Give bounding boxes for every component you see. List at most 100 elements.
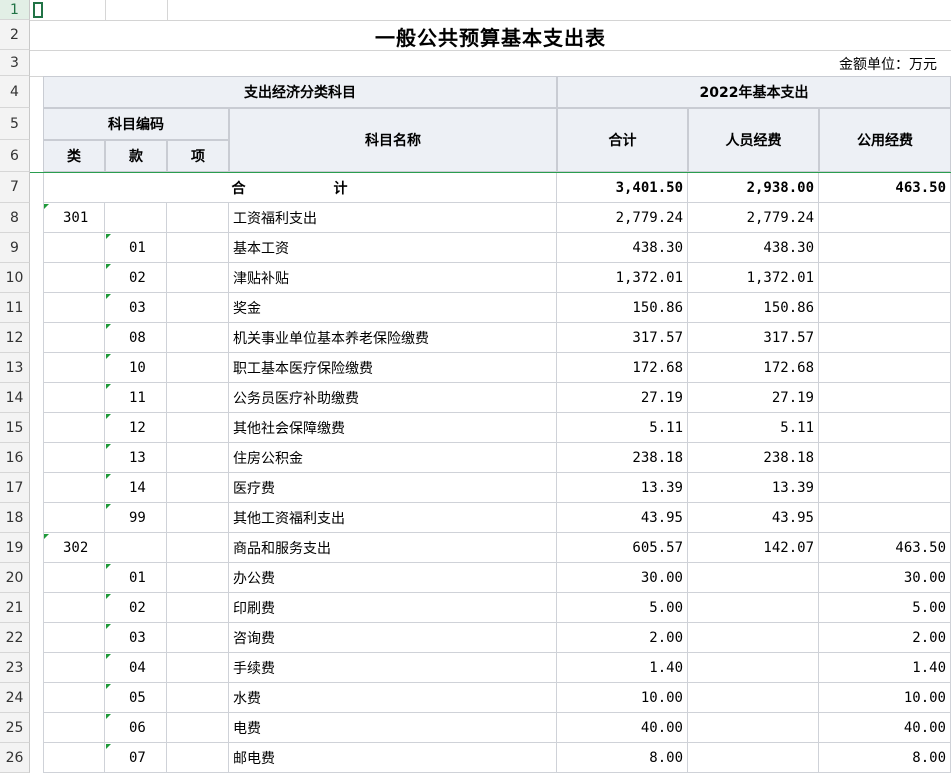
cell-public[interactable] <box>819 233 951 263</box>
cell-subject-name[interactable]: 水费 <box>229 683 557 713</box>
cell-subject-name[interactable]: 医疗费 <box>229 473 557 503</box>
row-header[interactable]: 25 <box>0 713 30 743</box>
row-header[interactable]: 2 <box>0 20 30 50</box>
cell-xiang[interactable] <box>167 203 229 233</box>
cell-total[interactable]: 172.68 <box>557 353 688 383</box>
cell-kuan[interactable]: 01 <box>105 233 167 263</box>
cell-total[interactable]: 438.30 <box>557 233 688 263</box>
cell-kuan[interactable]: 07 <box>105 743 167 773</box>
cell-xiang[interactable] <box>167 653 229 683</box>
cell-lei[interactable] <box>43 353 105 383</box>
cell-lei[interactable] <box>43 503 105 533</box>
cell-subject-name[interactable]: 咨询费 <box>229 623 557 653</box>
cell-lei[interactable]: 301 <box>43 203 105 233</box>
cell-xiang[interactable] <box>167 383 229 413</box>
row-header[interactable]: 19 <box>0 533 30 563</box>
cell-total[interactable]: 150.86 <box>557 293 688 323</box>
cell-personnel[interactable]: 438.30 <box>688 233 819 263</box>
row-header[interactable]: 5 <box>0 108 30 140</box>
cell-total[interactable]: 2.00 <box>557 623 688 653</box>
row-header[interactable]: 21 <box>0 593 30 623</box>
cell-xiang[interactable] <box>167 623 229 653</box>
cell-public[interactable] <box>819 473 951 503</box>
row-header[interactable]: 4 <box>0 76 30 108</box>
row-header[interactable]: 15 <box>0 413 30 443</box>
cell-lei[interactable] <box>43 653 105 683</box>
cell-personnel[interactable] <box>688 743 819 773</box>
total-row-label[interactable]: 合 计 <box>43 173 557 203</box>
cell-kuan[interactable]: 03 <box>105 623 167 653</box>
cell-total[interactable]: 30.00 <box>557 563 688 593</box>
row-header[interactable]: 12 <box>0 323 30 353</box>
row-header[interactable]: 7 <box>0 172 30 203</box>
cell-personnel[interactable] <box>688 623 819 653</box>
cell-lei[interactable] <box>43 473 105 503</box>
cell-lei[interactable] <box>43 293 105 323</box>
cell-xiang[interactable] <box>167 593 229 623</box>
cell-total[interactable]: 5.00 <box>557 593 688 623</box>
cell-public[interactable]: 30.00 <box>819 563 951 593</box>
row-header[interactable]: 1 <box>0 0 30 20</box>
cell-personnel[interactable]: 317.57 <box>688 323 819 353</box>
row-header[interactable]: 10 <box>0 263 30 293</box>
cell-xiang[interactable] <box>167 413 229 443</box>
cell-personnel[interactable]: 43.95 <box>688 503 819 533</box>
selected-cell[interactable] <box>33 2 43 18</box>
row-header[interactable]: 16 <box>0 443 30 473</box>
cell-xiang[interactable] <box>167 263 229 293</box>
cell-xiang[interactable] <box>167 323 229 353</box>
cell-kuan[interactable]: 12 <box>105 413 167 443</box>
cell-xiang[interactable] <box>167 683 229 713</box>
row-header[interactable]: 14 <box>0 383 30 413</box>
row-header[interactable]: 22 <box>0 623 30 653</box>
cell-kuan[interactable]: 02 <box>105 263 167 293</box>
cell-kuan[interactable]: 06 <box>105 713 167 743</box>
cell-lei[interactable] <box>43 683 105 713</box>
cell-public[interactable] <box>819 263 951 293</box>
cell-kuan[interactable]: 02 <box>105 593 167 623</box>
cell-total[interactable]: 8.00 <box>557 743 688 773</box>
cell-kuan[interactable]: 08 <box>105 323 167 353</box>
cell-xiang[interactable] <box>167 743 229 773</box>
cell-kuan[interactable] <box>105 203 167 233</box>
cell-public[interactable]: 5.00 <box>819 593 951 623</box>
cell-total[interactable]: 2,779.24 <box>557 203 688 233</box>
cell-personnel[interactable]: 150.86 <box>688 293 819 323</box>
cell-kuan[interactable]: 03 <box>105 293 167 323</box>
cell-kuan[interactable]: 14 <box>105 473 167 503</box>
cell-xiang[interactable] <box>167 503 229 533</box>
row-header[interactable]: 11 <box>0 293 30 323</box>
cell-xiang[interactable] <box>167 353 229 383</box>
row-header[interactable]: 17 <box>0 473 30 503</box>
cell-total[interactable]: 40.00 <box>557 713 688 743</box>
cell-public[interactable] <box>819 323 951 353</box>
cell-lei[interactable] <box>43 323 105 353</box>
cell-personnel[interactable] <box>688 593 819 623</box>
row-header[interactable]: 24 <box>0 683 30 713</box>
row-header[interactable]: 20 <box>0 563 30 593</box>
cell-lei[interactable] <box>43 263 105 293</box>
cell-public[interactable]: 8.00 <box>819 743 951 773</box>
cell-subject-name[interactable]: 手续费 <box>229 653 557 683</box>
cell-subject-name[interactable]: 基本工资 <box>229 233 557 263</box>
cell-subject-name[interactable]: 其他工资福利支出 <box>229 503 557 533</box>
cell-public[interactable]: 1.40 <box>819 653 951 683</box>
cell-public[interactable] <box>819 503 951 533</box>
cell-subject-name[interactable]: 奖金 <box>229 293 557 323</box>
cell-subject-name[interactable]: 办公费 <box>229 563 557 593</box>
cell-subject-name[interactable]: 工资福利支出 <box>229 203 557 233</box>
cell-public[interactable]: 2.00 <box>819 623 951 653</box>
cell-public[interactable]: 40.00 <box>819 713 951 743</box>
row-header[interactable]: 9 <box>0 233 30 263</box>
cell-lei[interactable] <box>43 623 105 653</box>
cell-personnel[interactable]: 142.07 <box>688 533 819 563</box>
cell-lei[interactable] <box>43 413 105 443</box>
cell-subject-name[interactable]: 电费 <box>229 713 557 743</box>
cell-subject-name[interactable]: 住房公积金 <box>229 443 557 473</box>
row-header[interactable]: 18 <box>0 503 30 533</box>
row-header[interactable]: 8 <box>0 203 30 233</box>
cell-total[interactable]: 13.39 <box>557 473 688 503</box>
cell-public[interactable] <box>819 413 951 443</box>
total-row-total[interactable]: 3,401.50 <box>557 173 688 203</box>
cell-lei[interactable] <box>43 593 105 623</box>
